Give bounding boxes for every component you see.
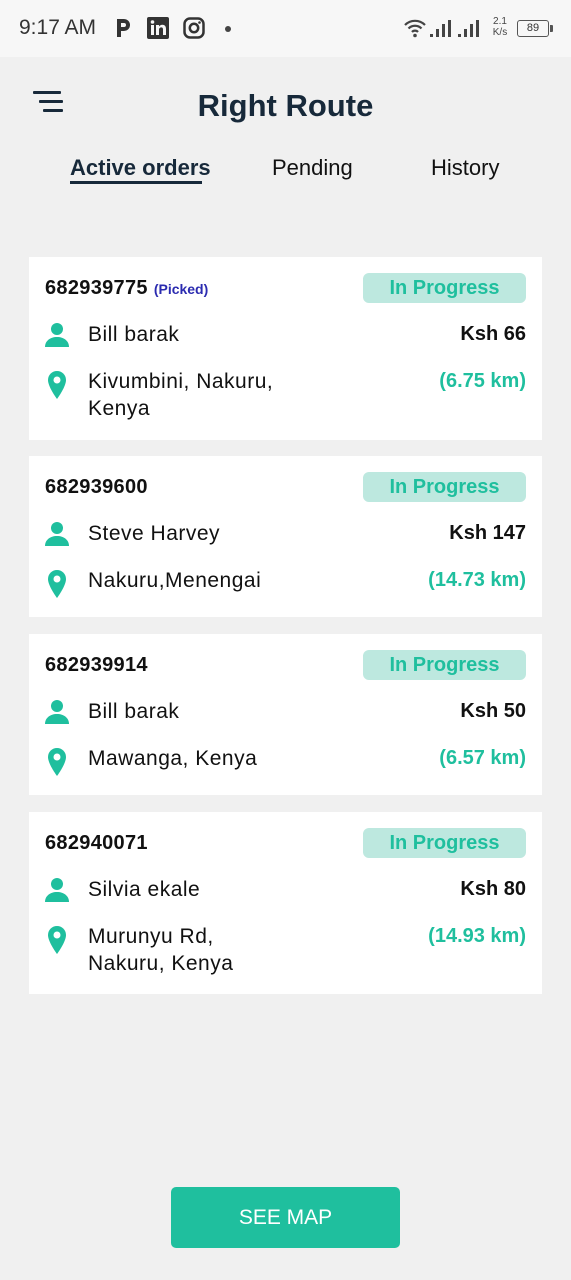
parking-icon [117,19,130,37]
speed-unit: K/s [492,27,508,38]
customer-name: Bill barak [88,700,180,723]
battery-indicator: 89 [517,20,553,37]
distance: (14.73 km) [428,569,526,591]
order-price: Ksh 66 [460,323,526,345]
customer-name: Steve Harvey [88,522,221,545]
tab-pending[interactable]: Pending [272,155,353,181]
address-line: Murunyu Rd, [88,925,214,948]
tab-history[interactable]: History [431,155,499,181]
order-price: Ksh 147 [449,522,526,544]
speed-value: 2.1 [493,16,507,27]
network-speed: 2.1 K/s [489,16,511,38]
status-bar: 9:17 AM 2.1 K/s 89 [0,0,571,57]
address-line: Kenya [88,397,151,420]
status-time: 9:17 AM [19,16,97,39]
page-title: Right Route [197,88,374,123]
location-pin-icon [48,570,66,598]
order-id: 682939914 [45,654,148,676]
customer-name: Silvia ekale [88,878,201,901]
delivery-address: Mawanga, Kenya [88,745,257,772]
location-pin-icon [48,926,66,954]
status-badge: In Progress [363,650,526,680]
person-icon [45,323,69,347]
signal-icon [430,20,479,37]
order-header: 682940071 [45,832,148,855]
wifi-icon [404,19,426,38]
active-tab-indicator [70,181,202,184]
delivery-address: Murunyu Rd, Nakuru, Kenya [88,923,233,977]
distance: (14.93 km) [428,925,526,947]
delivery-address: Kivumbini, Nakuru, Kenya [88,368,273,422]
delivery-address: Nakuru,Menengai [88,567,261,594]
order-id: 682939600 [45,476,148,498]
distance: (6.75 km) [439,370,526,392]
address-line: Nakuru, Kenya [88,952,234,975]
order-header: 682939600 [45,476,148,499]
order-header: 682939775 (Picked) [45,277,208,300]
status-badge: In Progress [363,472,526,502]
address-line: Mawanga, Kenya [88,747,258,770]
order-id: 682939775 [45,277,148,299]
picked-tag: (Picked) [153,281,209,297]
notification-dot [225,26,231,32]
person-icon [45,878,69,902]
order-price: Ksh 80 [460,878,526,900]
status-badge: In Progress [363,273,526,303]
location-pin-icon [48,748,66,776]
person-icon [45,700,69,724]
order-card[interactable]: 682939914 In Progress Bill barak Ksh 50 … [29,634,542,795]
instagram-icon [183,17,205,39]
address-line: Nakuru,Menengai [88,569,262,592]
order-card[interactable]: 682939600 In Progress Steve Harvey Ksh 1… [29,456,542,617]
tab-bar: Active orders Pending History [0,155,571,195]
order-card[interactable]: 682940071 In Progress Silvia ekale Ksh 8… [29,812,542,994]
address-line: Kivumbini, Nakuru, [88,370,274,393]
location-pin-icon [48,371,66,399]
distance: (6.57 km) [439,747,526,769]
linkedin-icon [147,17,169,39]
customer-name: Bill barak [88,323,180,346]
tab-active-orders[interactable]: Active orders [70,155,211,181]
order-header: 682939914 [45,654,148,677]
status-badge: In Progress [363,828,526,858]
order-price: Ksh 50 [460,700,526,722]
order-id: 682940071 [45,832,148,854]
person-icon [45,522,69,546]
see-map-button[interactable]: SEE MAP [171,1187,400,1248]
order-card[interactable]: 682939775 (Picked) In Progress Bill bara… [29,257,542,440]
